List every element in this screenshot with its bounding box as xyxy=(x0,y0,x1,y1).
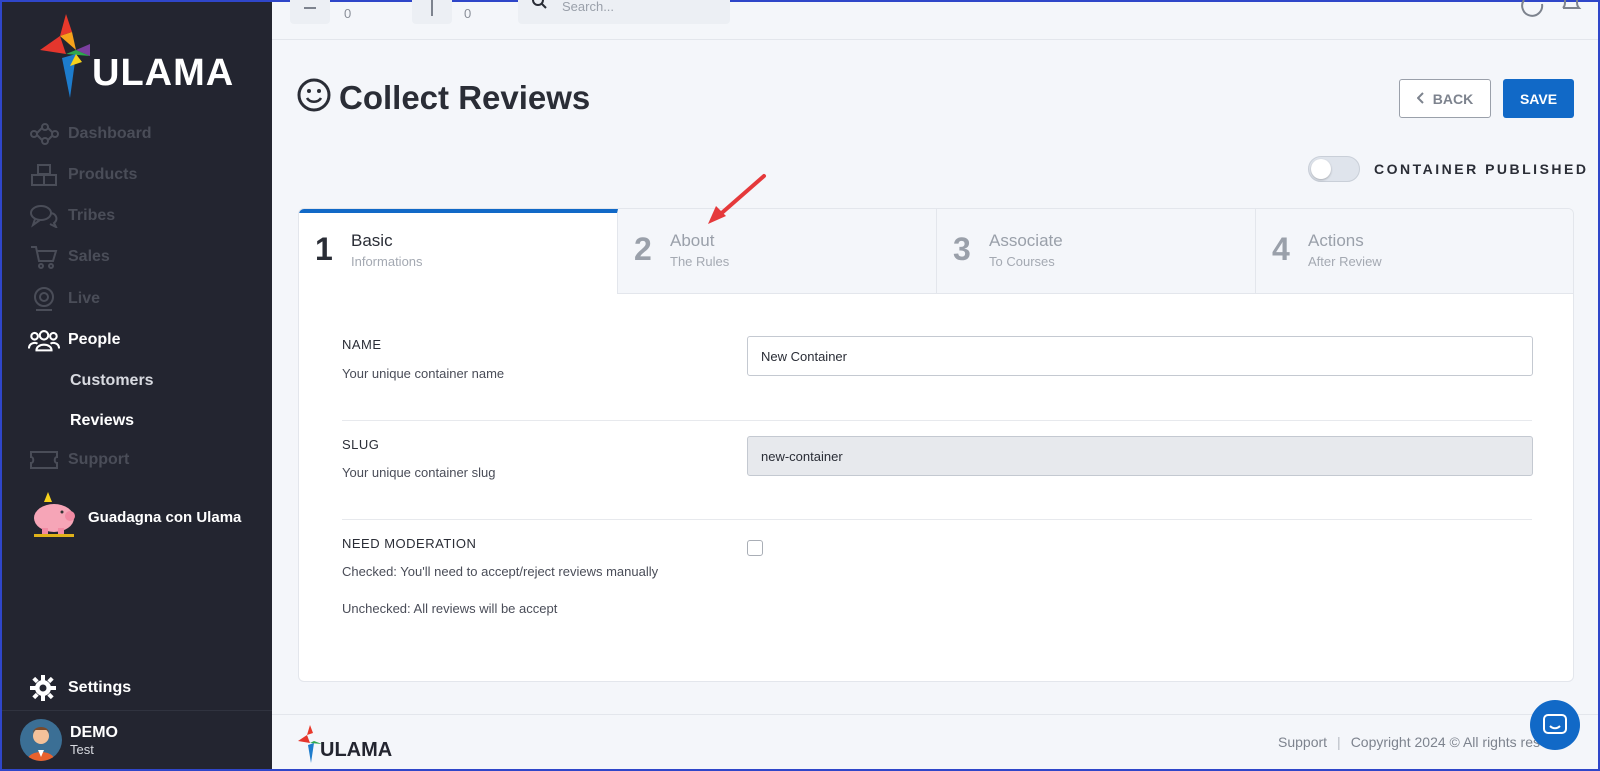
sidebar-item-label: Products xyxy=(68,166,138,183)
step-title: About xyxy=(670,231,715,250)
save-button[interactable]: SAVE xyxy=(1503,79,1574,118)
step-subtitle: To Courses xyxy=(989,254,1055,269)
divider xyxy=(342,420,1532,421)
sidebar: ULAMA Dashboard Products Tribes Sales Li… xyxy=(2,2,272,769)
toggle-knob xyxy=(1311,159,1331,179)
chevron-left-icon xyxy=(1416,91,1425,107)
moderation-label: NEED MODERATION xyxy=(342,536,477,551)
sidebar-item-label: People xyxy=(68,331,121,348)
step-subtitle: After Review xyxy=(1308,254,1382,269)
name-help: Your unique container name xyxy=(342,366,505,381)
slug-label: SLUG xyxy=(342,437,380,452)
sidebar-item-label: Live xyxy=(68,290,101,307)
sidebar-item-label: Sales xyxy=(68,248,110,265)
sidebar-item-label: Support xyxy=(68,451,130,468)
chat-button[interactable] xyxy=(1530,700,1580,750)
network-icon xyxy=(28,120,60,148)
chat-bubbles-icon xyxy=(28,202,60,230)
step-title: Associate xyxy=(989,231,1063,250)
brand-name: ULAMA xyxy=(92,52,235,94)
sidebar-item-tribes[interactable]: Tribes xyxy=(28,202,115,230)
step-actions[interactable]: 4 Actions After Review xyxy=(1256,209,1573,294)
slug-field xyxy=(747,436,1533,476)
sidebar-subitem-customers[interactable]: Customers xyxy=(70,372,154,390)
sidebar-promo[interactable]: Guadagna con Ulama xyxy=(28,490,241,545)
step-title: Basic xyxy=(351,231,393,250)
divider xyxy=(342,519,1532,520)
sidebar-item-sales[interactable]: Sales xyxy=(28,243,110,271)
boxes-icon xyxy=(28,161,60,189)
footer: ULAMA Support | Copyright 2024 © All right… xyxy=(272,714,1598,769)
toggle-label: CONTAINER PUBLISHED xyxy=(1374,161,1589,177)
page-title-text: Collect Reviews xyxy=(339,78,591,116)
sidebar-item-settings[interactable]: Settings xyxy=(30,675,131,701)
step-subtitle: The Rules xyxy=(670,254,730,269)
step-basic[interactable]: 1 Basic Informations xyxy=(299,209,618,294)
step-number: 3 xyxy=(953,231,971,267)
sidebar-item-support[interactable]: Support xyxy=(28,446,129,474)
counter-1: 0 xyxy=(344,6,352,21)
dollar-icon[interactable] xyxy=(412,0,452,24)
cart-icon xyxy=(28,243,60,271)
people-icon xyxy=(28,326,60,354)
webcam-icon xyxy=(28,285,60,313)
settings-label: Settings xyxy=(68,679,132,696)
dark-mode-icon[interactable] xyxy=(1520,0,1546,23)
annotation-arrow-icon xyxy=(708,174,766,224)
toggle-switch[interactable] xyxy=(1308,156,1360,182)
footer-links: Support | Copyright 2024 © All rights res xyxy=(1278,734,1540,750)
piggy-bank-icon xyxy=(28,490,78,545)
user-role: Test xyxy=(70,741,94,757)
step-title: Actions xyxy=(1308,231,1364,250)
sidebar-item-products[interactable]: Products xyxy=(28,161,137,189)
ticket-icon xyxy=(28,446,60,474)
published-toggle[interactable]: CONTAINER PUBLISHED xyxy=(1308,156,1588,182)
counter-2: 0 xyxy=(464,6,472,21)
moderation-help-checked: Checked: You'll need to accept/reject re… xyxy=(342,564,659,579)
sidebar-item-label: Dashboard xyxy=(68,125,152,142)
support-link[interactable]: Support xyxy=(1278,734,1327,750)
sidebar-item-label: Tribes xyxy=(68,207,116,224)
avatar xyxy=(20,719,62,761)
search-icon xyxy=(532,0,548,17)
gear-icon xyxy=(30,675,56,701)
sidebar-subitem-reviews[interactable]: Reviews xyxy=(70,412,134,430)
sidebar-item-live[interactable]: Live xyxy=(28,285,100,313)
name-field[interactable] xyxy=(747,336,1533,376)
wizard-steps: 1 Basic Informations 2 About The Rules 3… xyxy=(299,209,1573,294)
step-about[interactable]: 2 About The Rules xyxy=(618,209,937,294)
ulama-logo[interactable]: ULAMA xyxy=(36,14,246,104)
smiley-icon xyxy=(297,78,331,117)
bell-icon[interactable] xyxy=(1558,0,1584,23)
topbar: 0 0 Search... xyxy=(272,0,1598,40)
slug-help: Your unique container slug xyxy=(342,465,496,480)
back-label: BACK xyxy=(1432,90,1474,107)
name-label: NAME xyxy=(342,337,382,352)
moderation-checkbox[interactable] xyxy=(747,540,763,556)
list-icon[interactable] xyxy=(290,0,330,24)
step-number: 2 xyxy=(634,231,652,267)
step-number: 1 xyxy=(315,231,333,267)
chat-icon xyxy=(1543,714,1567,734)
sidebar-item-dashboard[interactable]: Dashboard xyxy=(28,120,152,148)
search-placeholder: Search... xyxy=(562,0,615,14)
step-associate[interactable]: 3 Associate To Courses xyxy=(937,209,1256,294)
sidebar-item-people[interactable]: People xyxy=(28,326,120,354)
moderation-help-unchecked: Unchecked: All reviews will be accept xyxy=(342,601,558,616)
user-profile[interactable]: DEMO Test xyxy=(2,710,272,769)
form-card: 1 Basic Informations 2 About The Rules 3… xyxy=(298,208,1574,682)
search-input[interactable]: Search... xyxy=(518,0,730,24)
page-title: Collect Reviews xyxy=(297,78,590,117)
promo-label: Guadagna con Ulama xyxy=(88,509,242,526)
step-number: 4 xyxy=(1272,231,1290,267)
user-name: DEMO xyxy=(70,723,118,741)
copyright: Copyright 2024 © All rights res xyxy=(1350,734,1540,750)
footer-brand: ULAMA xyxy=(320,739,393,761)
step-subtitle: Informations xyxy=(351,254,423,269)
footer-logo: ULAMA xyxy=(296,725,396,765)
back-button[interactable]: BACK xyxy=(1399,79,1491,118)
